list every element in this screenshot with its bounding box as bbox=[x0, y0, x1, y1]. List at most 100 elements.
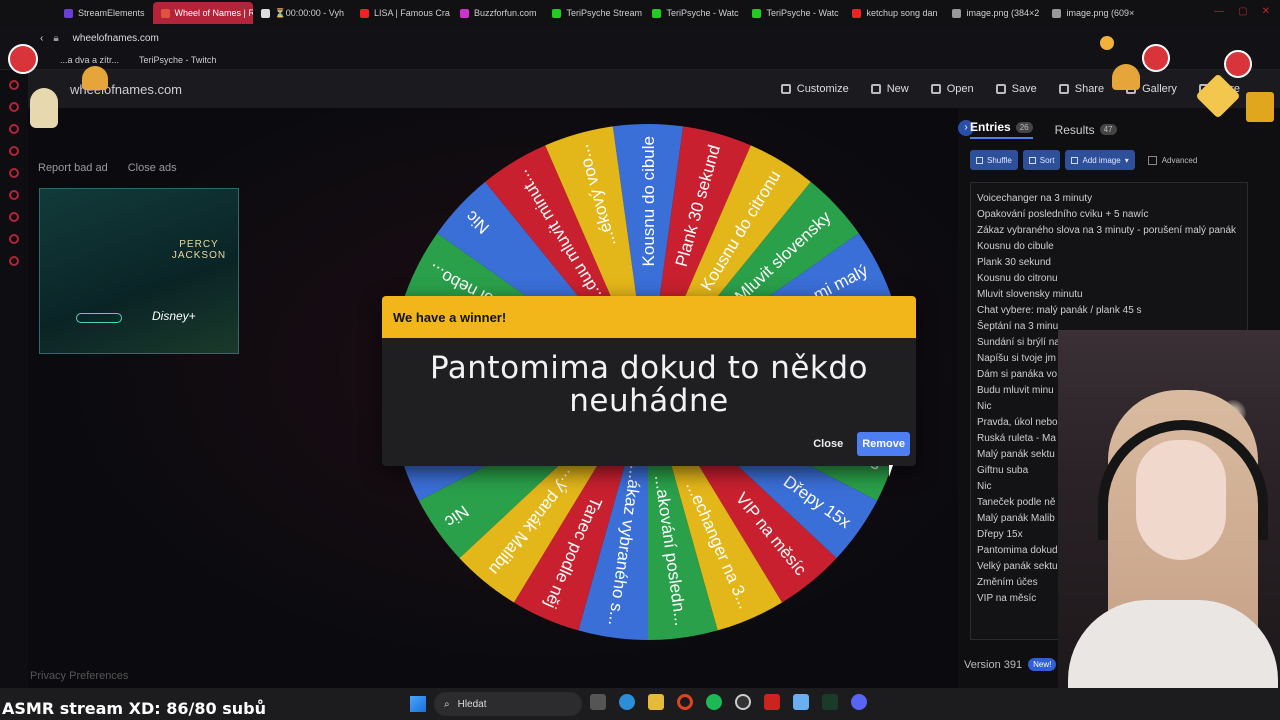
ad-brand: Disney+ bbox=[152, 309, 196, 323]
menu-label: Share bbox=[1074, 83, 1105, 95]
browser-tab[interactable]: image.png (609× bbox=[1044, 2, 1142, 24]
sidebar-icon[interactable] bbox=[9, 168, 19, 178]
sidebar-icon[interactable] bbox=[9, 124, 19, 134]
browser-tab[interactable]: TeriPsyche - Watc bbox=[744, 2, 844, 24]
browser-tab[interactable]: Wheel of Names | Random bbox=[152, 2, 253, 24]
add-image-button[interactable]: Add image ▾ bbox=[1065, 150, 1135, 170]
sidebar-icon[interactable] bbox=[9, 234, 19, 244]
task-view-icon[interactable] bbox=[590, 694, 606, 710]
browser-tab[interactable]: image.png (384×2 bbox=[944, 2, 1044, 24]
browser-tab[interactable]: ketchup song dan bbox=[844, 2, 944, 24]
folder-icon bbox=[930, 84, 941, 94]
address-bar[interactable]: ‹ 🔒︎ wheelofnames.com bbox=[0, 26, 1280, 50]
sort-label: Sort bbox=[1039, 155, 1055, 165]
obs-icon[interactable] bbox=[735, 694, 751, 710]
tab-favicon-icon bbox=[459, 8, 469, 18]
folder-icon[interactable] bbox=[648, 694, 664, 710]
browser-sidebar bbox=[0, 70, 28, 690]
ad-controls: Report bad ad Close ads bbox=[38, 162, 177, 174]
browser-tab[interactable]: TeriPsyche Stream bbox=[544, 2, 644, 24]
tab-favicon-icon bbox=[552, 8, 562, 18]
tab-favicon-icon bbox=[852, 8, 862, 18]
voicemod-icon[interactable] bbox=[764, 694, 780, 710]
ornament-decoration bbox=[1224, 50, 1252, 78]
share-icon bbox=[1058, 84, 1069, 94]
menu-customize[interactable]: Customize bbox=[780, 83, 849, 95]
privacy-preferences-link[interactable]: Privacy Preferences bbox=[30, 670, 128, 682]
advanced-toggle[interactable]: Advanced bbox=[1147, 155, 1197, 165]
browser-tab[interactable]: Buzzforfun.com bbox=[452, 2, 545, 24]
entry-line: Plank 30 sekund bbox=[977, 257, 1051, 268]
back-icon[interactable]: ‹ bbox=[40, 33, 43, 44]
edge-icon[interactable] bbox=[619, 694, 635, 710]
advertisement[interactable]: PERCY JACKSON Disney+ bbox=[39, 188, 239, 354]
browser-tab[interactable]: LISA | Famous Cra bbox=[352, 2, 452, 24]
new-badge[interactable]: New! bbox=[1028, 658, 1057, 671]
bookmarks-bar: ...a dva a zítr... TeriPsyche - Twitch bbox=[0, 50, 1280, 70]
browser-tab-label: StreamElements bbox=[78, 8, 145, 18]
tab-entries[interactable]: Entries 26 bbox=[970, 120, 1033, 139]
browser-tab[interactable]: StreamElements bbox=[56, 2, 153, 24]
version-text: Version 391 bbox=[964, 658, 1023, 671]
sidebar-icon[interactable] bbox=[9, 102, 19, 112]
notepad-icon[interactable] bbox=[793, 694, 809, 710]
ad-cta-button[interactable] bbox=[76, 313, 122, 323]
sidebar-icon[interactable] bbox=[9, 146, 19, 156]
browser-tab-label: ketchup song dan bbox=[866, 8, 938, 18]
maximize-icon[interactable]: ▢ bbox=[1238, 6, 1247, 17]
tab-results[interactable]: Results 47 bbox=[1055, 120, 1117, 139]
taskbar-apps bbox=[590, 694, 867, 710]
menu-label: Save bbox=[1011, 83, 1037, 95]
tab-favicon-icon bbox=[260, 8, 270, 18]
entries-toolbar: Shuffle Sort Add image ▾ Advanced bbox=[970, 150, 1197, 170]
opera-icon[interactable] bbox=[677, 694, 693, 710]
bookmark-item[interactable]: ...a dva a zítr... bbox=[60, 55, 119, 65]
sidebar-icon[interactable] bbox=[9, 80, 19, 90]
shuffle-button[interactable]: Shuffle bbox=[970, 150, 1018, 170]
windows-start-icon[interactable] bbox=[410, 696, 426, 712]
sidebar-icon[interactable] bbox=[9, 256, 19, 266]
discord-icon[interactable] bbox=[851, 694, 867, 710]
entry-line: Voicechanger na 3 minuty bbox=[977, 193, 1093, 204]
image-icon bbox=[1071, 156, 1079, 164]
window-controls[interactable]: — ▢ ✕ bbox=[1214, 6, 1270, 17]
tab-favicon-icon bbox=[752, 8, 762, 18]
menu-share[interactable]: Share bbox=[1058, 83, 1105, 95]
minimize-icon[interactable]: — bbox=[1214, 6, 1224, 17]
tab-favicon-icon bbox=[160, 8, 170, 18]
entry-line: Opakování posledního cviku + 5 nawíc bbox=[977, 209, 1149, 220]
dialog-title: We have a winner! bbox=[382, 296, 916, 338]
report-ad-link[interactable]: Report bad ad bbox=[38, 162, 108, 174]
browser-tab[interactable]: ⏳00:00:00 - Vyh bbox=[253, 2, 352, 24]
menu-label: Open bbox=[946, 83, 974, 95]
menu-save[interactable]: Save bbox=[995, 83, 1037, 95]
menu-open[interactable]: Open bbox=[930, 83, 974, 95]
browser-tab[interactable]: TeriPsyche - Watc bbox=[644, 2, 744, 24]
bell-decoration bbox=[1112, 64, 1140, 90]
tab-entries-label: Entries bbox=[970, 120, 1011, 134]
file-icon bbox=[870, 84, 881, 94]
advanced-checkbox[interactable] bbox=[1147, 155, 1157, 165]
menu-label: Gallery bbox=[1142, 83, 1177, 95]
taskbar-search[interactable]: ⌕ Hledat bbox=[434, 692, 582, 716]
spotify-icon[interactable] bbox=[706, 694, 722, 710]
remove-button[interactable]: Remove bbox=[857, 432, 910, 456]
sidebar-icon[interactable] bbox=[9, 212, 19, 222]
chevron-down-icon: ▾ bbox=[1124, 155, 1129, 165]
shuffle-label: Shuffle bbox=[987, 155, 1012, 165]
close-button[interactable]: Close bbox=[813, 438, 843, 450]
bookmark-item[interactable]: TeriPsyche - Twitch bbox=[139, 55, 216, 65]
tab-favicon-icon bbox=[1052, 8, 1062, 18]
tab-favicon-icon bbox=[952, 8, 962, 18]
close-ads-link[interactable]: Close ads bbox=[128, 162, 177, 174]
tab-favicon-icon bbox=[359, 8, 369, 18]
terminal-icon[interactable] bbox=[822, 694, 838, 710]
menu-new[interactable]: New bbox=[870, 83, 909, 95]
gift-decoration bbox=[1246, 92, 1274, 122]
close-icon[interactable]: ✕ bbox=[1262, 6, 1270, 17]
browser-tab-label: image.png (384×2 bbox=[966, 8, 1040, 18]
sidebar-icon[interactable] bbox=[9, 190, 19, 200]
url-text[interactable]: wheelofnames.com bbox=[73, 33, 159, 44]
tab-favicon-icon bbox=[652, 8, 662, 18]
sort-button[interactable]: Sort bbox=[1022, 150, 1061, 170]
